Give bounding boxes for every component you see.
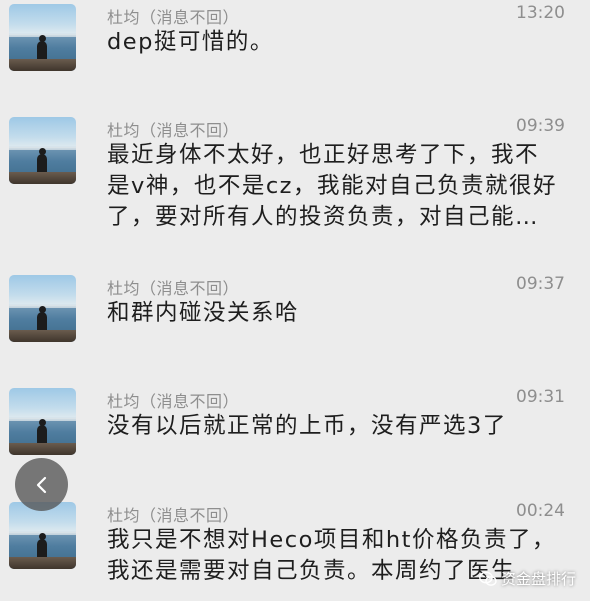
message-item[interactable]: 杜均（消息不回） 00:24 我只是不想对Heco项目和ht价格负责了， 我还是… [0,0,590,601]
avatar[interactable] [9,502,76,569]
wechat-icon [479,571,497,586]
watermark: 资金盘排行 [479,568,576,589]
watermark-text: 资金盘排行 [500,570,576,588]
chevron-left-icon [36,476,46,493]
message-line: 我只是不想对Heco项目和ht价格负责了， [107,527,556,553]
sender-name: 杜均（消息不回） [107,506,240,525]
chat-history-screen: 杜均（消息不回） 13:20 dep挺可惜的。 杜均（消息不回） 09:39 最… [0,0,590,601]
message-time: 00:24 [516,501,565,521]
back-button[interactable] [15,458,68,511]
